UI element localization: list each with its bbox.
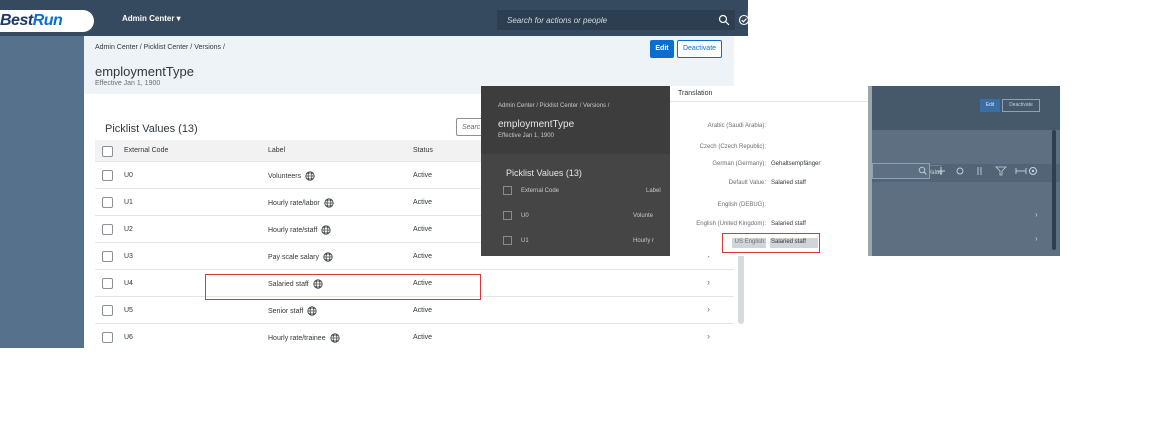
cell-label-text: Hourly rate/trainee <box>268 335 326 342</box>
overlay-row1-label: Hourly r <box>633 238 655 244</box>
translation-lang-us-english: US English: <box>734 239 766 245</box>
breadcrumb[interactable]: Admin Center / Picklist Center / Version… <box>95 44 225 51</box>
right-settings-icon <box>1029 167 1037 175</box>
globe-icon[interactable] <box>324 198 334 208</box>
cell-status: Active <box>413 172 433 179</box>
translation-lang-label: German (Germany): <box>712 161 766 167</box>
cell-external-code: U3 <box>124 253 133 260</box>
cell-label: Pay scale salary <box>268 252 333 262</box>
overlay-picklist-title: Picklist Values (13) <box>506 168 582 178</box>
cell-external-code: U2 <box>124 226 133 233</box>
column-header-label[interactable]: Label <box>268 147 285 154</box>
overlay-checkbox <box>503 186 512 195</box>
overlay-page-title: employmentType <box>498 119 575 130</box>
overlay-checkbox <box>503 236 512 245</box>
globe-icon[interactable] <box>321 225 331 235</box>
cell-label: Hourly rate/trainee <box>268 333 340 343</box>
globe-icon[interactable] <box>323 252 333 262</box>
overlay-effective-date: Effective Jan 1, 1900 <box>498 133 554 139</box>
translation-value[interactable]: Salaried staff <box>771 180 806 186</box>
cell-label: Hourly rate/labor <box>268 198 334 208</box>
column-header-external-code[interactable]: External Code <box>124 147 168 154</box>
row-checkbox[interactable] <box>102 305 113 316</box>
globe-icon[interactable] <box>329 333 340 343</box>
cell-external-code: U1 <box>124 199 133 206</box>
row-checkbox[interactable] <box>102 278 113 289</box>
cell-external-code: U5 <box>124 307 133 314</box>
page-title: employmentType <box>95 64 194 79</box>
deactivate-button[interactable]: Deactivate <box>677 40 722 58</box>
cell-label: Volunteers <box>268 171 315 181</box>
translation-lang-label: Default Value: <box>728 180 766 186</box>
left-margin <box>0 36 84 348</box>
translation-lang-label: English (United Kingdom): <box>696 221 766 227</box>
overlay-checkbox <box>503 211 512 220</box>
logo-text-best: Best <box>0 12 33 29</box>
picklist-values-title: Picklist Values (13) <box>105 123 198 135</box>
cell-label-text: Hourly rate/labor <box>268 200 320 207</box>
overlay-breadcrumb: Admin Center / Picklist Center / Version… <box>498 103 610 109</box>
background-page-dimmed: Admin Center / Picklist Center / Version… <box>481 86 670 256</box>
cell-external-code: U4 <box>124 280 133 287</box>
overlay-row0-label: Volunte <box>633 213 654 219</box>
globe-icon[interactable] <box>307 306 317 316</box>
row-checkbox[interactable] <box>102 224 113 235</box>
right-table-area <box>868 130 1060 256</box>
highlight-salaried-staff <box>205 274 481 300</box>
cell-label: Hourly rate/staff <box>268 225 331 235</box>
cell-label-text: Volunteers <box>268 173 302 180</box>
cell-label: Senior staff <box>268 306 317 316</box>
cell-external-code: U6 <box>124 334 133 341</box>
overlay-row0-code: U0 <box>521 213 529 219</box>
cell-status: Active <box>413 199 433 206</box>
bestrun-logo[interactable]: BestRun <box>0 10 94 32</box>
cell-label-text: Hourly rate/staff <box>268 227 318 234</box>
cell-status: Active <box>413 307 433 314</box>
row-checkbox[interactable] <box>102 251 113 262</box>
row-navigation-chevron-icon[interactable]: › <box>707 277 710 287</box>
cell-label-text: Pay scale salary <box>268 254 319 261</box>
right-toolbar-icon-set <box>918 166 1027 176</box>
translation-value[interactable]: Salaried staff <box>771 221 806 227</box>
row-checkbox[interactable] <box>102 197 113 208</box>
right-edit-button: Edit <box>980 99 1000 112</box>
overlay-col-label: Label <box>646 188 661 194</box>
translation-value[interactable]: Gehaltsempfänger <box>771 161 820 167</box>
translation-dialog-title: Translation <box>678 90 713 97</box>
row-navigation-chevron-icon[interactable]: › <box>707 331 710 341</box>
cell-label-text: Senior staff <box>268 308 304 315</box>
global-search-placeholder: Search for actions or people <box>507 16 608 25</box>
column-header-status[interactable]: Status <box>413 147 433 154</box>
logo-text-run: Run <box>32 12 63 29</box>
search-icon[interactable] <box>718 14 730 26</box>
select-all-checkbox[interactable] <box>102 146 113 157</box>
picklist-search-placeholder: Searc <box>462 124 481 131</box>
row-checkbox[interactable] <box>102 332 113 343</box>
overlay-row1-code: U1 <box>521 238 529 244</box>
right-panel-scrollbar-thumb <box>1052 130 1056 250</box>
right-row-chevron: › <box>1035 234 1038 243</box>
row-navigation-chevron-icon[interactable]: › <box>707 304 710 314</box>
right-row-chevron: › <box>1035 210 1038 219</box>
cell-status: Active <box>413 334 433 341</box>
overlay-col-code: External Code <box>521 188 560 194</box>
cell-status: Active <box>413 226 433 233</box>
effective-date: Effective Jan 1, 1900 <box>95 80 161 87</box>
translation-value-us-english[interactable]: Salaried staff <box>771 239 806 245</box>
cell-status: Active <box>413 253 433 260</box>
row-checkbox[interactable] <box>102 170 113 181</box>
globe-icon[interactable] <box>305 171 315 181</box>
admin-center-menu[interactable]: Admin Center ▾ <box>122 14 181 23</box>
cell-external-code: U0 <box>124 172 133 179</box>
translation-lang-label: Czech (Czech Republic): <box>699 144 766 150</box>
translation-lang-label: English (DEBUG): <box>717 202 766 208</box>
edit-button[interactable]: Edit <box>650 40 674 58</box>
right-deactivate-button: Deactivate <box>1002 99 1040 112</box>
translation-dialog <box>670 86 868 256</box>
translation-lang-label: Arabic (Saudi Arabia): <box>707 123 766 129</box>
